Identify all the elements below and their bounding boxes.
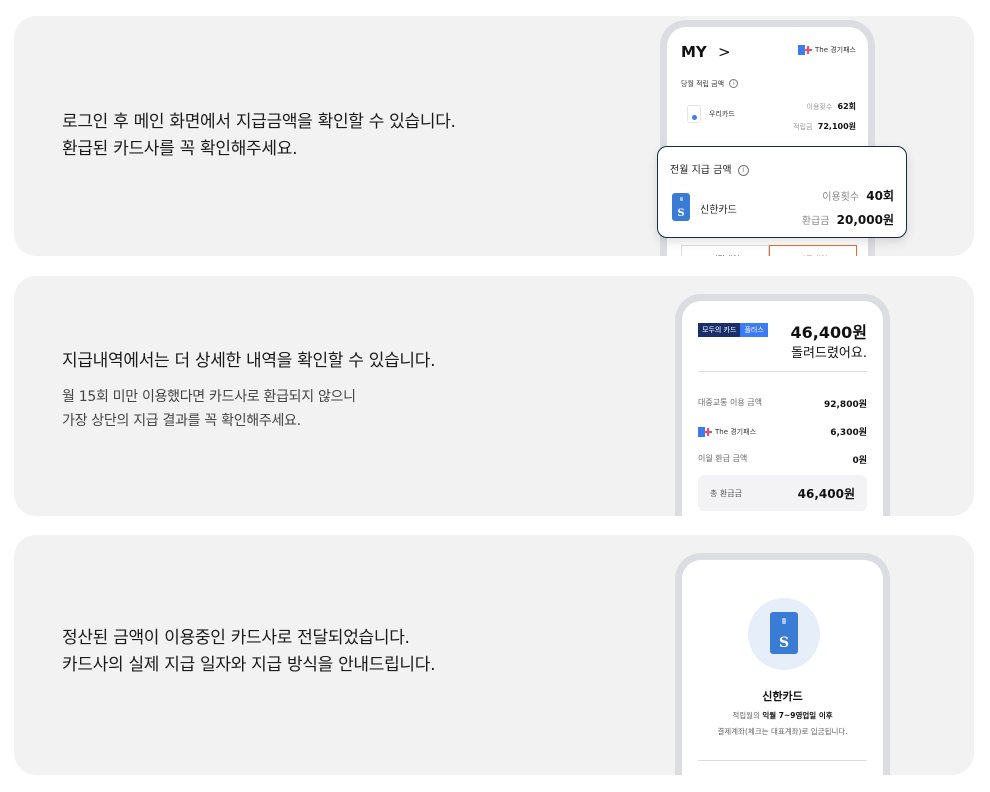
- woori-card-icon: [687, 105, 701, 123]
- popup-usage: 이용횟수 40회: [822, 187, 894, 204]
- shinhan-card-icon: S: [770, 612, 798, 654]
- card-plus-badge: 모두의 카드 플러스: [698, 323, 768, 337]
- card-chip-icon: [782, 618, 786, 624]
- guide-panel-2: 지급내역에서는 더 상세한 내역을 확인할 수 있습니다. 월 15회 미만 이…: [14, 276, 974, 516]
- gyeonggi-pass-logo: The 경기패스: [797, 45, 856, 55]
- tab-payment-history[interactable]: 지급내역: [769, 245, 857, 256]
- popup-usage-label: 이용횟수: [822, 192, 860, 203]
- logo-text: The 경기패스: [814, 46, 856, 54]
- row-gyeonggi-pass-label: The 경기패스: [715, 427, 757, 436]
- woori-usage-label: 이용횟수: [806, 103, 833, 111]
- info-icon[interactable]: i: [729, 79, 739, 88]
- woori-accum: 적립금 72,100원: [793, 121, 856, 132]
- guide-2-sub-2: 가장 상단의 지급 결과를 꼭 확인해주세요.: [62, 413, 301, 429]
- phone-mockup-history: 모두의 카드 플러스 46,400원 돌려드렸어요. 대중교통 이용 금액 92…: [675, 294, 890, 516]
- popup-refund-label: 환급금: [801, 216, 830, 227]
- my-label: MY: [681, 43, 707, 61]
- card-chip-icon: [680, 197, 683, 201]
- woori-usage-value: 62회: [837, 102, 857, 111]
- popup-card-name: 신한카드: [700, 205, 737, 216]
- badge-card-label: 모두의 카드: [698, 323, 741, 337]
- gyeonggi-pass-logo-icon: [797, 45, 812, 55]
- refund-amount: 46,400원: [790, 323, 867, 342]
- total-refund-box: 총 환급금 46,400원: [698, 475, 867, 511]
- card-detail-desc-1: 적립월의 익월 7~9영업일 이후: [682, 710, 883, 721]
- guide-text-3: 정산된 금액이 이용중인 카드사로 전달되었습니다. 카드사의 실제 지급 일자…: [62, 625, 436, 679]
- row-transit: 대중교통 이용 금액 92,800원: [698, 397, 867, 410]
- card-detail-desc-2: 결제계좌(체크는 대표계좌)로 입금됩니다.: [717, 727, 848, 736]
- guide-2-line-1: 지급내역에서는 더 상세한 내역을 확인할 수 있습니다.: [62, 351, 436, 371]
- card-detail-desc-1-bold: 익월 7~9영업일 이후: [762, 711, 833, 720]
- card-circle-bg: S: [748, 598, 820, 670]
- phone-mockup-card-detail: S 신한카드 적립월의 익월 7~9영업일 이후 결제계좌(체크는 대표계좌)로…: [675, 553, 890, 775]
- shinhan-logo-icon: S: [677, 208, 685, 219]
- woori-accum-value: 72,100원: [817, 122, 856, 131]
- popup-title: 전월 지급 금액 i: [670, 161, 749, 176]
- guide-3-line-2: 카드사의 실제 지급 일자와 지급 방식을 안내드립니다.: [62, 655, 436, 675]
- row-transit-value: 92,800원: [823, 400, 867, 410]
- row-carryover-value: 0원: [852, 456, 867, 466]
- total-refund-label: 총 환급금: [710, 488, 742, 498]
- previous-month-payment-popup: 전월 지급 금액 i S 신한카드 이용횟수 40회 환급금 20,000원: [657, 146, 907, 238]
- total-refund-value: 46,400원: [797, 486, 855, 501]
- current-month-title-text: 당월 적립 금액: [681, 80, 725, 88]
- divider: [698, 760, 867, 761]
- row-gyeonggi-pass: The 경기패스 6,300원: [698, 425, 867, 438]
- row-gyeonggi-pass-value: 6,300원: [830, 428, 867, 438]
- info-icon[interactable]: i: [737, 165, 749, 176]
- guide-text-2: 지급내역에서는 더 상세한 내역을 확인할 수 있습니다. 월 15회 미만 이…: [62, 348, 436, 433]
- woori-accum-label: 적립금: [793, 123, 813, 131]
- woori-card-name: 우리카드: [709, 110, 735, 118]
- row-transit-label: 대중교통 이용 금액: [698, 398, 762, 407]
- divider: [698, 371, 867, 372]
- popup-usage-value: 40회: [866, 189, 894, 203]
- guide-2-sub-1: 월 15회 미만 이용했다면 카드사로 환급되지 않으니: [62, 389, 356, 405]
- woori-usage: 이용횟수 62회: [807, 101, 857, 112]
- card-detail-name: 신한카드: [762, 690, 803, 703]
- card-detail-desc-1-pre: 적립월의: [732, 711, 760, 720]
- guide-panel-3: 정산된 금액이 이용중인 카드사로 전달되었습니다. 카드사의 실제 지급 일자…: [14, 535, 974, 775]
- refund-amount-sub: 돌려드렸어요.: [791, 346, 867, 361]
- current-month-title: 당월 적립 금액 i: [681, 79, 739, 89]
- tab-accumulation-history[interactable]: 적립내역: [681, 245, 769, 256]
- row-carryover: 이월 환급 금액 0원: [698, 453, 867, 466]
- row-carryover-label: 이월 환급 금액: [698, 454, 748, 463]
- popup-refund-value: 20,000원: [836, 213, 894, 227]
- popup-title-text: 전월 지급 금액: [670, 165, 732, 176]
- badge-plus-label: 플러스: [740, 323, 768, 337]
- guide-1-line-1: 로그인 후 메인 화면에서 지급금액을 확인할 수 있습니다.: [62, 112, 456, 132]
- guide-text-1: 로그인 후 메인 화면에서 지급금액을 확인할 수 있습니다. 환급된 카드사를…: [62, 109, 456, 163]
- popup-refund: 환급금 20,000원: [802, 211, 894, 228]
- shinhan-logo-icon: S: [778, 635, 790, 651]
- gyeonggi-pass-logo-icon: [698, 426, 712, 437]
- guide-3-line-1: 정산된 금액이 이용중인 카드사로 전달되었습니다.: [62, 628, 410, 648]
- guide-1-line-2: 환급된 카드사를 꼭 확인해주세요.: [62, 139, 298, 159]
- my-menu[interactable]: MY >: [681, 43, 731, 61]
- shinhan-card-icon: S: [672, 193, 690, 221]
- chevron-right-icon: >: [718, 43, 731, 61]
